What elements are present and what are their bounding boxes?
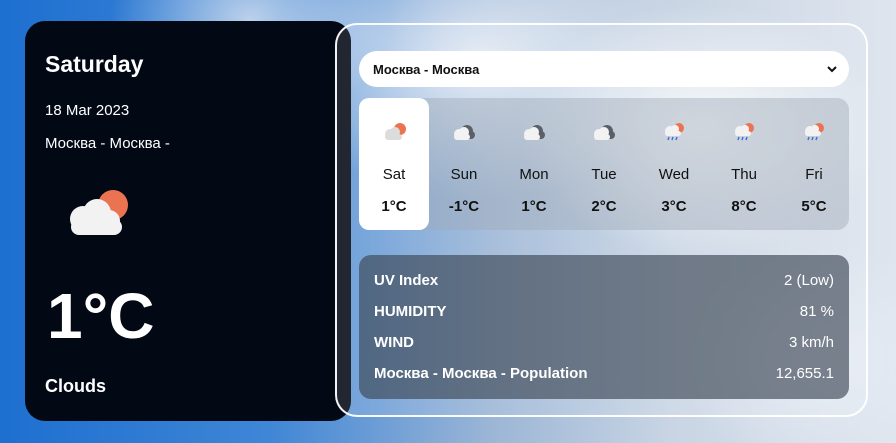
forecast-day-label: Tue [591, 166, 617, 183]
stat-population: Москва - Москва - Population 12,655.1 [374, 365, 834, 385]
stat-uv-index: UV Index 2 (Low) [374, 272, 834, 292]
cloud-icon [524, 125, 545, 140]
forecast-day-temp: 3°C [661, 198, 687, 215]
forecast-day-temp: 5°C [801, 198, 827, 215]
stat-value: 3 km/h [788, 334, 834, 351]
current-temperature: 1°C [47, 280, 155, 352]
forecast-day-temp: 2°C [591, 198, 617, 215]
cloud-icon [454, 125, 475, 140]
forecast-day-tue[interactable]: Tue 2°C [569, 98, 639, 230]
stat-label: WIND [374, 334, 414, 351]
stat-label: HUMIDITY [374, 303, 447, 320]
cloud-sun-rain-icon [805, 123, 824, 141]
cloud-icon [594, 125, 615, 140]
current-day: Saturday [45, 51, 144, 77]
forecast-day-label: Fri [805, 166, 823, 183]
weather-description: Clouds [45, 376, 106, 396]
forecast-panel: Москва - Москва Sat 1°C Sun -1°C Mon 1°C… [335, 23, 868, 417]
forecast-day-label: Sat [382, 166, 406, 183]
stat-humidity: HUMIDITY 81 % [374, 303, 834, 323]
forecast-strip: Sat 1°C Sun -1°C Mon 1°C Tue 2°C Wed 3°C… [359, 98, 849, 230]
stat-label: Москва - Москва - Population [374, 365, 588, 382]
forecast-day-label: Wed [658, 166, 690, 183]
forecast-day-label: Sun [450, 166, 478, 183]
stat-value: 2 (Low) [783, 272, 834, 289]
current-location: Москва - Москва - [45, 135, 170, 152]
stat-value: 81 % [799, 303, 834, 320]
forecast-day-mon[interactable]: Mon 1°C [499, 98, 569, 230]
city-select[interactable]: Москва - Москва [359, 51, 849, 87]
forecast-day-temp: 8°C [731, 198, 757, 215]
forecast-day-temp: -1°C [448, 198, 480, 215]
cloud-sun-rain-icon [735, 123, 754, 141]
forecast-day-wed[interactable]: Wed 3°C [639, 98, 709, 230]
forecast-day-fri[interactable]: Fri 5°C [779, 98, 849, 230]
current-weather-panel: Saturday 18 Mar 2023 Москва - Москва - 1… [25, 21, 351, 421]
cloud-sun-icon [70, 190, 128, 235]
stat-value: 12,655.1 [775, 365, 834, 382]
forecast-day-sat[interactable]: Sat 1°C [359, 98, 429, 230]
stat-wind: WIND 3 km/h [374, 334, 834, 354]
current-date: 18 Mar 2023 [45, 102, 130, 119]
forecast-day-label: Thu [731, 166, 757, 183]
stat-label: UV Index [374, 272, 439, 289]
cloud-sun-icon [385, 123, 406, 140]
forecast-day-thu[interactable]: Thu 8°C [709, 98, 779, 230]
forecast-day-label: Mon [519, 166, 549, 183]
cloud-sun-rain-icon [665, 123, 684, 141]
chevron-down-icon [827, 66, 837, 73]
forecast-day-sun[interactable]: Sun -1°C [429, 98, 499, 230]
city-select-value: Москва - Москва [373, 61, 480, 77]
forecast-day-temp: 1°C [521, 198, 547, 215]
weather-stats: UV Index 2 (Low) HUMIDITY 81 % WIND 3 km… [359, 255, 849, 399]
forecast-day-temp: 1°C [381, 198, 407, 215]
